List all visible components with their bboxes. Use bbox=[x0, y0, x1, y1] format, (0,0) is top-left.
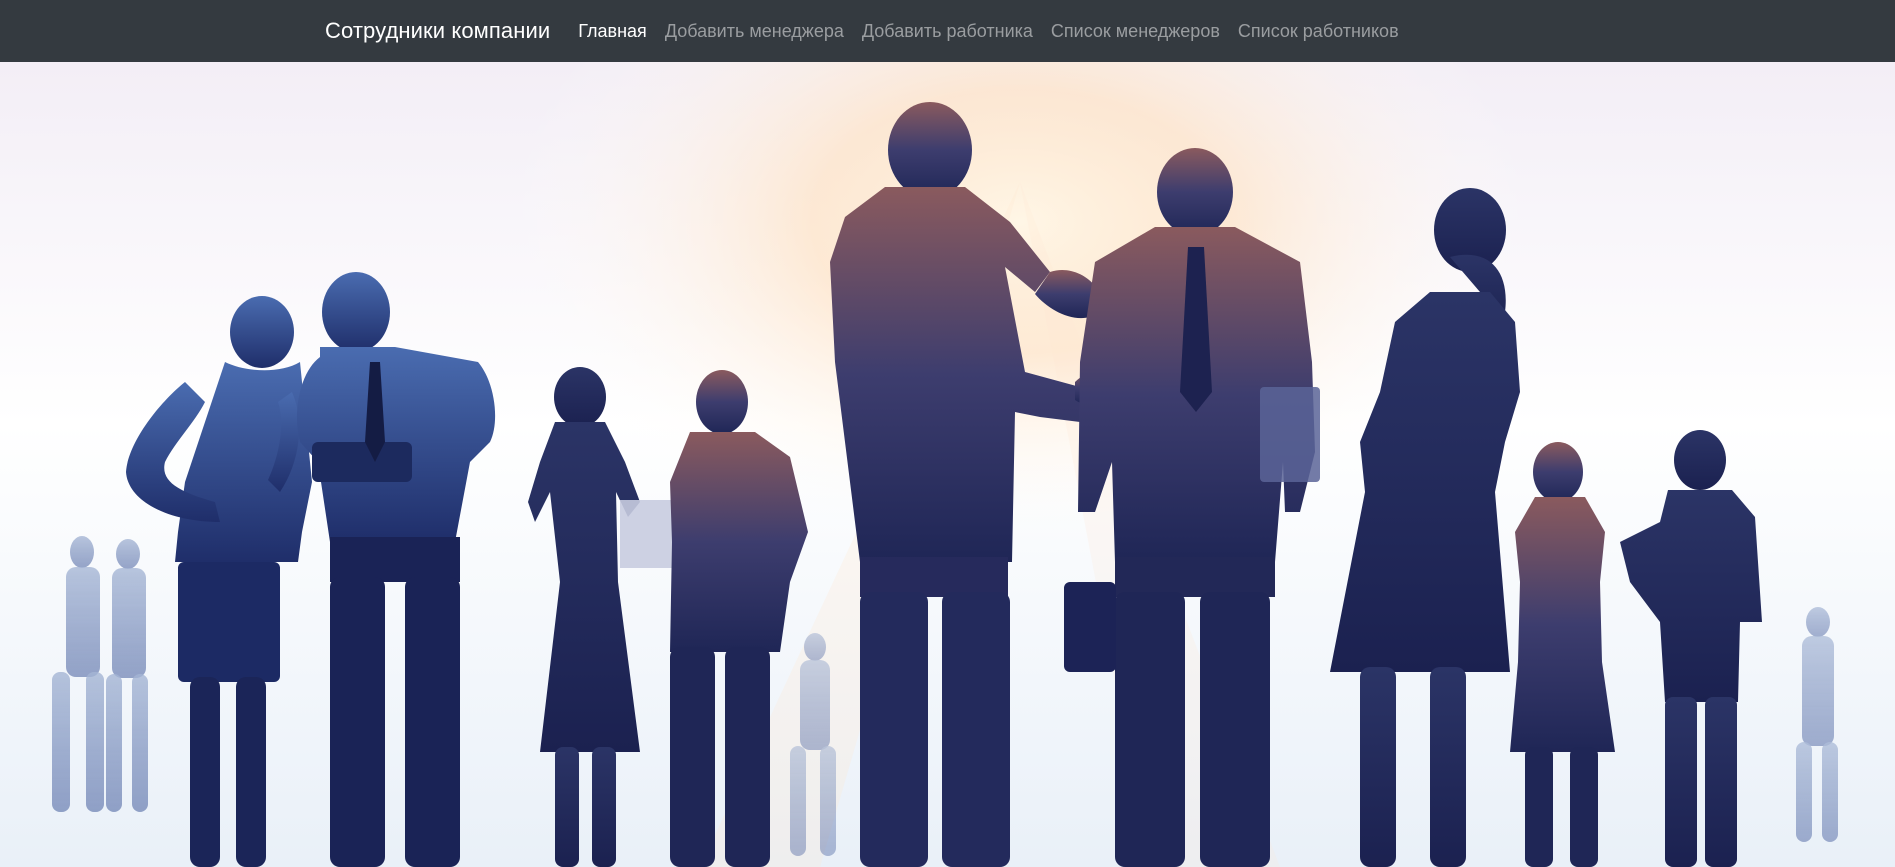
navbar-brand[interactable]: Сотрудники компании bbox=[325, 18, 550, 44]
nav-link-worker-list[interactable]: Список работников bbox=[1238, 13, 1399, 50]
business-people-silhouettes-illustration bbox=[0, 62, 1895, 867]
nav-link-home[interactable]: Главная bbox=[578, 13, 647, 50]
nav-link-add-manager[interactable]: Добавить менеджера bbox=[665, 13, 844, 50]
top-navbar: Сотрудники компании Главная Добавить мен… bbox=[0, 0, 1895, 62]
nav-link-add-worker[interactable]: Добавить работника bbox=[862, 13, 1033, 50]
hero-image bbox=[0, 62, 1895, 867]
navbar-container: Сотрудники компании Главная Добавить мен… bbox=[325, 13, 1417, 50]
nav-link-manager-list[interactable]: Список менеджеров bbox=[1051, 13, 1220, 50]
